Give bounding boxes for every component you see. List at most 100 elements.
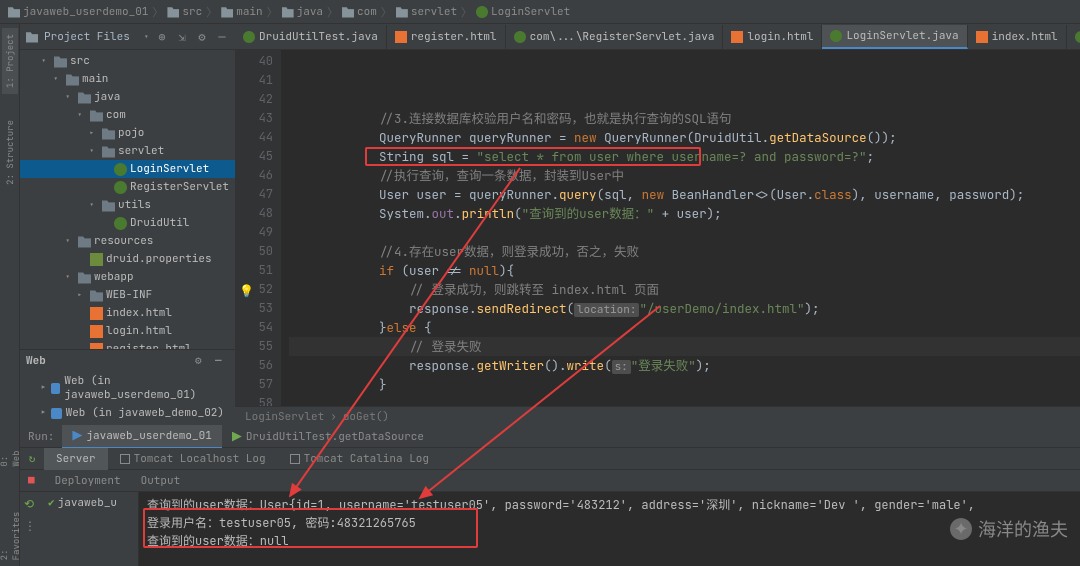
tree-item[interactable]: ▾src <box>20 52 235 70</box>
crumb-method[interactable]: doGet() <box>343 410 389 424</box>
breadcrumb-item[interactable]: LoginServlet <box>476 5 570 19</box>
deployment-row: ■ Deployment Output <box>20 470 1080 492</box>
breadcrumb-item[interactable]: main <box>221 5 262 19</box>
folder-icon <box>102 145 115 158</box>
tree-label: druid.properties <box>106 252 212 266</box>
deployment-label[interactable]: Deployment <box>55 474 121 488</box>
code-line[interactable] <box>289 223 1080 242</box>
favorites-tool-button[interactable]: 2: Favorites <box>0 493 24 566</box>
tree-item[interactable]: login.html <box>20 322 235 340</box>
code-area[interactable]: //3.连接数据库校验用户名和密码，也就是执行查询的SQL语句 QueryRun… <box>281 50 1080 406</box>
html-icon <box>731 31 743 43</box>
code-line[interactable]: //执行查询，查询一条数据，封装到User中 <box>289 166 1080 185</box>
class-icon <box>243 31 255 43</box>
check-icon: ✔ <box>48 496 55 510</box>
folder-icon <box>78 91 91 104</box>
code-line[interactable]: }else { <box>289 318 1080 337</box>
breadcrumb-item[interactable]: java <box>282 5 323 19</box>
breadcrumb-item[interactable]: servlet <box>396 5 457 19</box>
folder-icon <box>102 127 115 140</box>
localhost-log-tab[interactable]: Tomcat Localhost Log <box>108 448 278 470</box>
editor-body[interactable]: 💡 40414243444546474849505152535455565758… <box>235 50 1080 406</box>
code-line[interactable]: } <box>289 375 1080 394</box>
server-tab[interactable]: Server <box>44 448 108 470</box>
bulb-icon[interactable]: 💡 <box>239 282 254 301</box>
breadcrumb-item[interactable]: src <box>167 5 202 19</box>
line-number: 46 <box>235 166 273 185</box>
tree-item[interactable]: ▾resources <box>20 232 235 250</box>
run-config-tab[interactable]: javaweb_userdemo_01 <box>62 425 221 449</box>
tree-item[interactable]: RegisterServlet <box>20 178 235 196</box>
editor-tab[interactable]: DruidUtilTest.java <box>235 25 387 49</box>
run-config-tab-2[interactable]: DruidUtilTest.getDataSource <box>222 426 434 448</box>
tree-item[interactable]: DruidUtil <box>20 214 235 232</box>
more-button[interactable]: ⋮ <box>24 518 40 534</box>
tree-item[interactable]: ▾utils <box>20 196 235 214</box>
code-line[interactable] <box>289 394 1080 406</box>
editor-tab[interactable]: index.html <box>968 25 1067 49</box>
editor-tab[interactable]: itheima\...\RegisterServle <box>1067 25 1080 49</box>
line-number: 41 <box>235 71 273 90</box>
code-line[interactable]: //4.存在user数据，则登录成功，否之，失败 <box>289 242 1080 261</box>
editor-tab[interactable]: LoginServlet.java <box>822 25 967 49</box>
tree-item[interactable]: LoginServlet <box>20 160 235 178</box>
code-line[interactable]: //3.连接数据库校验用户名和密码，也就是执行查询的SQL语句 <box>289 109 1080 128</box>
tree-item[interactable]: ▾servlet <box>20 142 235 160</box>
web-item[interactable]: ▸Web (in javaweb_demo_02) <box>26 404 229 422</box>
code-line[interactable]: // 登录失败 <box>289 337 1080 356</box>
tree-item[interactable]: druid.properties <box>20 250 235 268</box>
tree-label: com <box>106 108 126 122</box>
tree-item[interactable]: ▸pojo <box>20 124 235 142</box>
code-line[interactable]: User user = queryRunner.query(sql, new B… <box>289 185 1080 204</box>
catalina-log-tab[interactable]: Tomcat Catalina Log <box>278 448 441 470</box>
deployment-tree[interactable]: ✔javaweb_u <box>44 492 139 566</box>
breadcrumb-item[interactable]: javaweb_userdemo_01 <box>8 5 148 19</box>
structure-tool-button[interactable]: 2: Structure <box>2 114 18 191</box>
tree-item[interactable]: ▾webapp <box>20 268 235 286</box>
tree-label: src <box>70 54 90 68</box>
editor-tab[interactable]: login.html <box>723 25 822 49</box>
collapse-icon[interactable]: ⇲ <box>175 30 189 44</box>
tree-label: utils <box>118 198 151 212</box>
tree-label: register.html <box>106 342 192 349</box>
gear-icon[interactable]: ⚙ <box>195 30 209 44</box>
code-line[interactable]: if (user != null){ <box>289 261 1080 280</box>
project-tool-button[interactable]: 1: Project <box>2 28 18 94</box>
target-icon[interactable]: ⊕ <box>155 30 169 44</box>
editor-tab[interactable]: register.html <box>387 25 506 49</box>
console-output[interactable]: 查询到的user数据：User{id=1, username='testuser… <box>139 492 1080 566</box>
folder-icon <box>396 6 408 18</box>
code-line[interactable]: System.out.println("查询到的user数据：" + user)… <box>289 204 1080 223</box>
code-line[interactable]: response.sendRedirect(location:"/userDem… <box>289 299 1080 318</box>
hide-icon[interactable]: — <box>215 30 229 44</box>
tree-item[interactable]: register.html <box>20 340 235 349</box>
tree-item[interactable]: index.html <box>20 304 235 322</box>
code-line[interactable]: response.getWriter().write(s:"登录失败"); <box>289 356 1080 375</box>
tree-label: resources <box>94 234 153 248</box>
tree-item[interactable]: ▾main <box>20 70 235 88</box>
tree-item[interactable]: ▾java <box>20 88 235 106</box>
tree-item[interactable]: ▸WEB-INF <box>20 286 235 304</box>
web-item[interactable]: ▸Web (in javaweb_userdemo_01) <box>26 372 229 404</box>
gear-icon[interactable]: ⚙ <box>195 354 209 368</box>
output-label[interactable]: Output <box>141 474 181 488</box>
wechat-icon: ✦ <box>950 518 972 540</box>
stop-button[interactable]: ■ <box>28 474 35 488</box>
line-number: 40 <box>235 52 273 71</box>
project-tree[interactable]: ▾src▾main▾java▾com▸pojo▾servletLoginServ… <box>20 50 235 349</box>
tree-item[interactable]: ▾com <box>20 106 235 124</box>
restart-button[interactable]: ⟲ <box>24 496 40 512</box>
code-line[interactable]: String sql = "select * from user where u… <box>289 147 1080 166</box>
editor-tab[interactable]: com\...\RegisterServlet.java <box>506 25 724 49</box>
hide-icon[interactable]: — <box>215 354 229 368</box>
folder-icon <box>26 31 38 43</box>
code-line[interactable]: // 登录成功，则跳转至 index.html 页面 <box>289 280 1080 299</box>
web-tool-button[interactable]: 0: Web <box>0 430 24 473</box>
editor-area: DruidUtilTest.javaregister.htmlcom\...\R… <box>235 24 1080 426</box>
crumb-class[interactable]: LoginServlet <box>245 410 324 424</box>
tomcat-icon <box>72 431 82 441</box>
web-panel: Web ⚙ — ▸Web (in javaweb_userdemo_01)▸We… <box>20 349 235 426</box>
breadcrumb-item[interactable]: com <box>342 5 377 19</box>
dropdown-icon[interactable]: ▾ <box>144 31 149 43</box>
code-line[interactable]: QueryRunner queryRunner = new QueryRunne… <box>289 128 1080 147</box>
